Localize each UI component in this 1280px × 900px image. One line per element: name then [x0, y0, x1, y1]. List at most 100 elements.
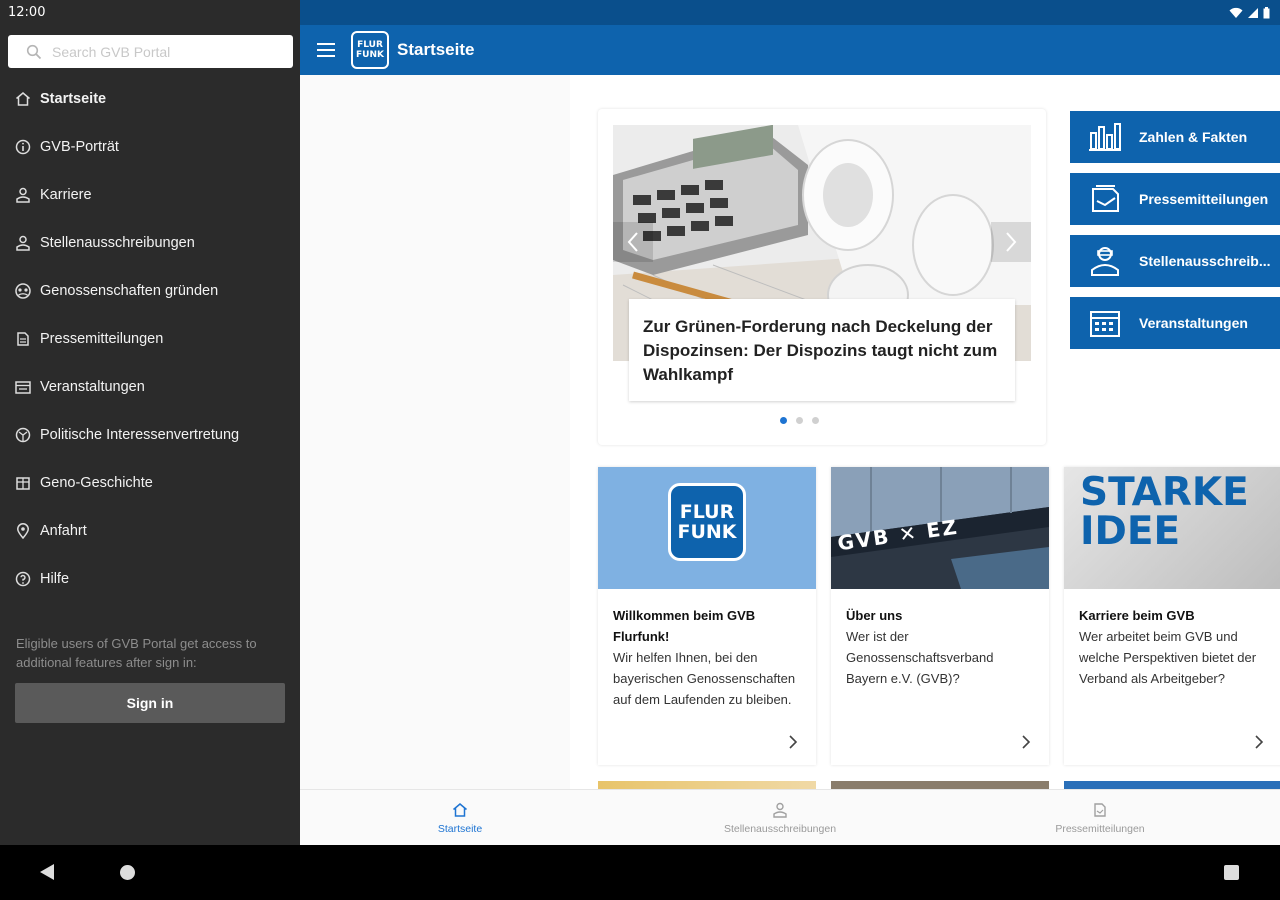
quick-link-pressemitteilungen[interactable]: Pressemitteilungen [1070, 173, 1280, 225]
chevron-right-icon [1255, 735, 1264, 749]
info-icon [15, 139, 31, 155]
card-image: GVB ✕ EZ [831, 467, 1049, 589]
person-icon [1091, 247, 1119, 276]
quick-links: Zahlen & Fakten Pressemitteilungen Stell… [1070, 111, 1280, 359]
chevron-right-icon [789, 735, 798, 749]
bottom-nav-label: Startseite [437, 822, 483, 835]
slider-next-button[interactable] [991, 222, 1031, 262]
menu-icon[interactable] [317, 43, 335, 57]
drawer-nav: Startseite GVB-Porträt Karriere Stellena… [0, 75, 300, 603]
app-logo: FLUR FUNK [351, 31, 389, 69]
banner-line-1: STARKE [1080, 470, 1249, 515]
nav-item-label: Politische Interessenvertretung [40, 427, 240, 443]
card-text: Wer ist der Genossenschaftsverband Bayer… [846, 629, 994, 686]
app-logo-text-bottom: FUNK [356, 50, 384, 60]
search-box[interactable] [8, 35, 293, 68]
nav-item-gvb-portraet[interactable]: GVB-Porträt [0, 123, 300, 171]
card-ueber-uns[interactable]: GVB ✕ EZ Über uns Wer ist der Genossensc… [831, 467, 1049, 765]
quick-link-label: Veranstaltungen [1139, 315, 1248, 331]
nav-item-label: Geno-Geschichte [40, 475, 153, 491]
status-bar [300, 0, 1280, 25]
screen: 12:00 Startseite GVB-Porträt Karriere St… [0, 0, 1280, 900]
quick-link-stellenausschreibungen[interactable]: Stellenausschreib... [1070, 235, 1280, 287]
logo-text-top: FLUR [679, 501, 735, 523]
slider-prev-button[interactable] [613, 222, 653, 262]
slider-dot[interactable] [796, 417, 803, 424]
card-image: FLUR FUNK [598, 467, 816, 589]
card-body: Über uns Wer ist der Genossenschaftsverb… [831, 589, 1049, 705]
back-icon[interactable] [40, 864, 54, 880]
nav-item-label: Startseite [40, 91, 107, 107]
search-input[interactable] [52, 43, 272, 60]
right-pane: Zur Grünen-Forderung nach Deckelung der … [570, 75, 1280, 789]
nav-item-startseite[interactable]: Startseite [0, 75, 300, 123]
app-logo-text-top: FLUR [357, 40, 383, 50]
help-icon [15, 571, 31, 587]
page-title: Startseite [397, 40, 475, 59]
next-card-peek [1064, 781, 1280, 789]
card-body: Karriere beim GVB Wer arbeitet beim GVB … [1064, 589, 1280, 705]
card-flurfunk[interactable]: FLUR FUNK Willkommen beim GVB Flurfunk! … [598, 467, 816, 765]
nav-item-label: Genossenschaften gründen [40, 283, 219, 299]
quick-link-label: Stellenausschreib... [1139, 253, 1271, 269]
sign-in-button[interactable]: Sign in [15, 683, 285, 723]
nav-item-label: Veranstaltungen [40, 379, 145, 395]
quick-link-zahlen-fakten[interactable]: Zahlen & Fakten [1070, 111, 1280, 163]
news-slider[interactable]: Zur Grünen-Forderung nach Deckelung der … [598, 109, 1046, 445]
home-button-icon[interactable] [120, 865, 135, 880]
document-icon [1094, 802, 1106, 817]
search-icon [26, 44, 42, 59]
bottom-nav-startseite[interactable]: Startseite [300, 790, 620, 845]
recent-apps-icon[interactable] [1224, 865, 1239, 880]
next-card-peek [598, 781, 816, 789]
bottom-nav-pressemitteilungen[interactable]: Pressemitteilungen [940, 790, 1260, 845]
slider-dot[interactable] [780, 417, 787, 424]
quick-link-label: Pressemitteilungen [1139, 191, 1269, 207]
navigation-drawer: 12:00 Startseite GVB-Porträt Karriere St… [0, 0, 300, 845]
person-icon [16, 235, 30, 251]
quick-link-veranstaltungen[interactable]: Veranstaltungen [1070, 297, 1280, 349]
nav-item-hilfe[interactable]: Hilfe [0, 555, 300, 603]
bottom-nav-stellenausschreibungen[interactable]: Stellenausschreibungen [620, 790, 940, 845]
slider-dot[interactable] [812, 417, 819, 424]
chevron-right-icon [1006, 232, 1017, 252]
card-karriere[interactable]: STARKE IDEE Karriere beim GVB Wer arbeit… [1064, 467, 1280, 765]
group-icon [15, 283, 31, 299]
card-text: Wir helfen Ihnen, bei den bayerischen Ge… [613, 650, 796, 707]
chevron-right-icon [1022, 735, 1031, 749]
calendar-icon [15, 381, 31, 394]
main-area: FLUR FUNK Startseite Zur Grünen-Forderun… [300, 0, 1280, 845]
person-icon [773, 802, 787, 818]
nav-item-genossenschaften-gruenden[interactable]: Genossenschaften gründen [0, 267, 300, 315]
slider-caption[interactable]: Zur Grünen-Forderung nach Deckelung der … [629, 299, 1015, 401]
card-image: STARKE IDEE [1064, 467, 1280, 589]
bottom-nav-label: Stellenausschreibungen [723, 822, 837, 835]
nav-item-karriere[interactable]: Karriere [0, 171, 300, 219]
globe-icon [15, 427, 31, 443]
nav-item-label: Pressemitteilungen [40, 331, 164, 347]
content-area: Zur Grünen-Forderung nach Deckelung der … [300, 75, 1280, 789]
wifi-icon [1229, 7, 1243, 18]
chevron-left-icon [627, 232, 638, 252]
nav-item-politische-interessenvertretung[interactable]: Politische Interessenvertretung [0, 411, 300, 459]
nav-item-stellenausschreibungen[interactable]: Stellenausschreibungen [0, 219, 300, 267]
chart-icon [1089, 123, 1121, 151]
book-icon [16, 477, 30, 490]
nav-item-label: Anfahrt [40, 523, 87, 539]
card-title: Willkommen beim GVB Flurfunk! [613, 608, 756, 644]
signal-icon [1248, 7, 1258, 18]
nav-item-veranstaltungen[interactable]: Veranstaltungen [0, 363, 300, 411]
nav-item-geno-geschichte[interactable]: Geno-Geschichte [0, 459, 300, 507]
nav-item-label: GVB-Porträt [40, 139, 119, 155]
calendar-icon [1090, 311, 1120, 337]
banner-line-2: IDEE [1080, 509, 1181, 554]
card-title: Karriere beim GVB [1079, 608, 1195, 623]
bottom-nav-label: Pressemitteilungen [1055, 822, 1145, 835]
quick-link-label: Zahlen & Fakten [1139, 129, 1248, 145]
system-navigation-bar [0, 845, 1280, 900]
bottom-navigation: Startseite Stellenausschreibungen Presse… [300, 789, 1280, 845]
nav-item-pressemitteilungen[interactable]: Pressemitteilungen [0, 315, 300, 363]
nav-item-anfahrt[interactable]: Anfahrt [0, 507, 300, 555]
logo-text-bottom: FUNK [677, 521, 737, 543]
card-body: Willkommen beim GVB Flurfunk! Wir helfen… [598, 589, 816, 726]
